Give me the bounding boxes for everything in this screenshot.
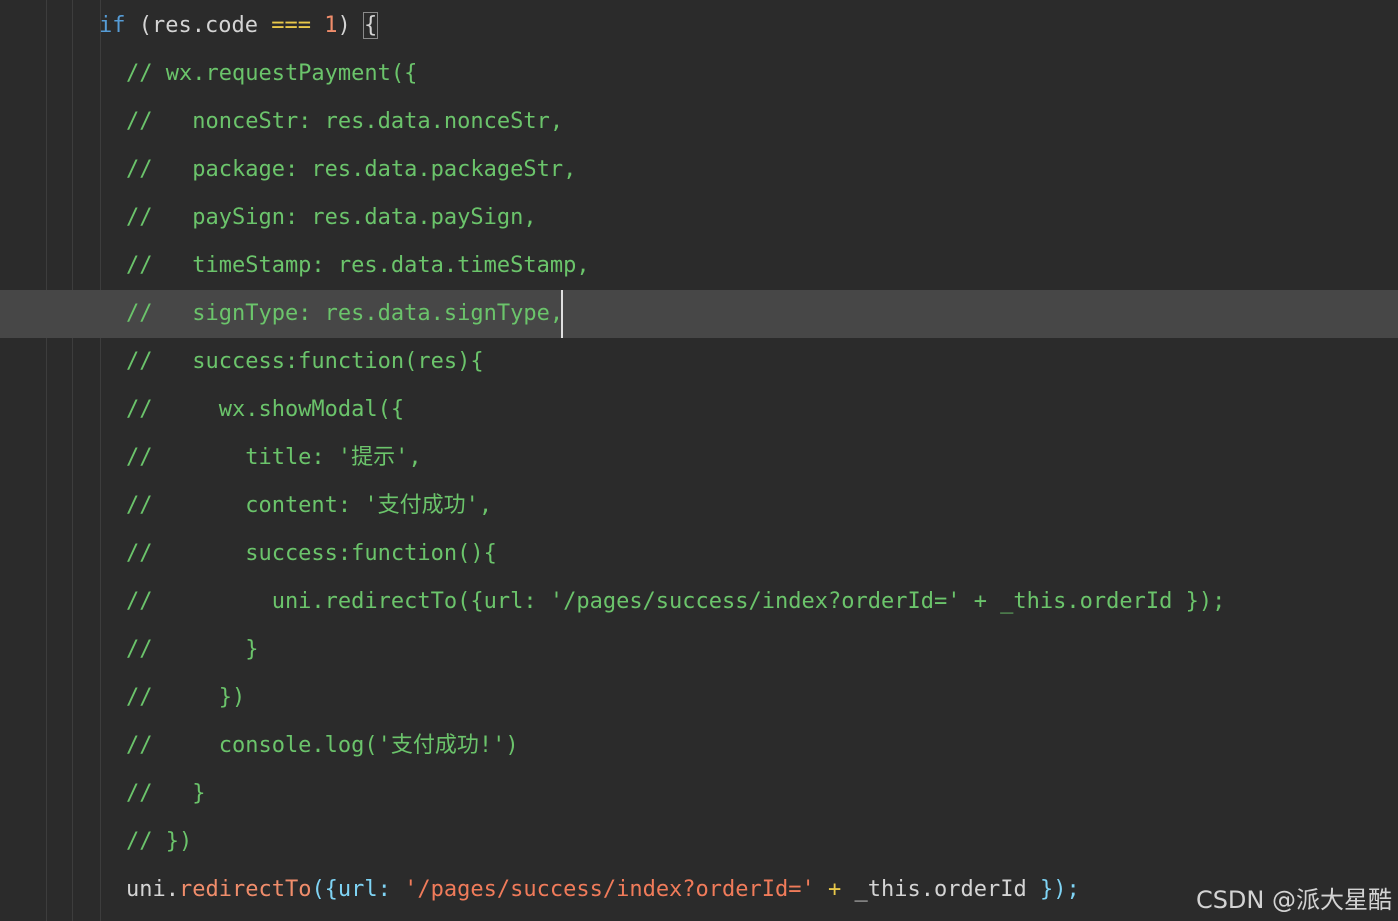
comment-text: // wx.requestPayment({	[126, 61, 418, 86]
comment-text: // }	[126, 781, 206, 806]
comment-text: // content: '支付成功',	[126, 493, 493, 518]
comment-text: // package: res.data.packageStr,	[126, 157, 577, 182]
comment-text: // uni.redirectTo({url: '/pages/success/…	[126, 589, 1226, 614]
function-token: redirectTo	[178, 877, 312, 902]
code-line[interactable]: // wx.requestPayment({	[0, 50, 1398, 98]
comment-text: // timeStamp: res.data.timeStamp,	[126, 253, 590, 278]
operator-token: +	[814, 877, 855, 902]
keyword-if: if	[99, 13, 126, 38]
code-line[interactable]: // wx.showModal({	[0, 386, 1398, 434]
code-editor[interactable]: if (res.code === 1) { // wx.requestPayme…	[0, 0, 1398, 921]
comment-text: // wx.showModal({	[126, 397, 405, 422]
code-token: )	[337, 13, 364, 38]
code-line[interactable]: // package: res.data.packageStr,	[0, 146, 1398, 194]
code-line[interactable]: // console.log('支付成功!')	[0, 722, 1398, 770]
comment-text: // })	[126, 829, 193, 854]
number-token: 1	[324, 13, 338, 38]
code-line[interactable]: // }	[0, 626, 1398, 674]
code-token: _this.orderId	[854, 877, 1040, 902]
code-line[interactable]: // }	[0, 770, 1398, 818]
code-text: if (res.code === 1) {	[99, 2, 379, 50]
code-line[interactable]: // timeStamp: res.data.timeStamp,	[0, 242, 1398, 290]
code-token: (res.code	[125, 13, 272, 38]
active-code-line[interactable]: // signType: res.data.signType,	[0, 290, 1398, 338]
code-line[interactable]: // title: '提示',	[0, 434, 1398, 482]
code-token: });	[1039, 877, 1080, 902]
comment-text: // success:function(res){	[126, 349, 484, 374]
comment-text: // }	[126, 637, 259, 662]
code-token: ({url:	[311, 877, 405, 902]
comment-text: // title: '提示',	[126, 445, 422, 470]
comment-text: // console.log('支付成功!')	[126, 733, 519, 758]
comment-text: // })	[126, 685, 246, 710]
code-line[interactable]: // success:function(res){	[0, 338, 1398, 386]
code-text: uni.redirectTo({url: '/pages/success/ind…	[126, 866, 1080, 914]
code-token: uni.	[126, 877, 179, 902]
code-line[interactable]: // uni.redirectTo({url: '/pages/success/…	[0, 578, 1398, 626]
operator-token: ===	[271, 13, 311, 38]
text-cursor	[561, 290, 563, 338]
comment-text: // paySign: res.data.paySign,	[126, 205, 537, 230]
watermark: CSDN @派大星酷	[1195, 886, 1392, 914]
code-line[interactable]: if (res.code === 1) {	[0, 2, 1398, 50]
code-line[interactable]: // content: '支付成功',	[0, 482, 1398, 530]
comment-text: // success:function(){	[126, 541, 497, 566]
comment-text: // nonceStr: res.data.nonceStr,	[126, 109, 564, 134]
code-line[interactable]: // paySign: res.data.paySign,	[0, 194, 1398, 242]
comment-text: // signType: res.data.signType,	[126, 301, 564, 326]
code-line[interactable]: // })	[0, 818, 1398, 866]
string-token: '/pages/success/index?orderId='	[404, 877, 815, 902]
code-line[interactable]: uni.redirectTo({url: '/pages/success/ind…	[0, 866, 1398, 914]
code-line[interactable]: // })	[0, 674, 1398, 722]
matched-brace: {	[362, 12, 379, 39]
code-line[interactable]: // success:function(){	[0, 530, 1398, 578]
code-line[interactable]: // nonceStr: res.data.nonceStr,	[0, 98, 1398, 146]
